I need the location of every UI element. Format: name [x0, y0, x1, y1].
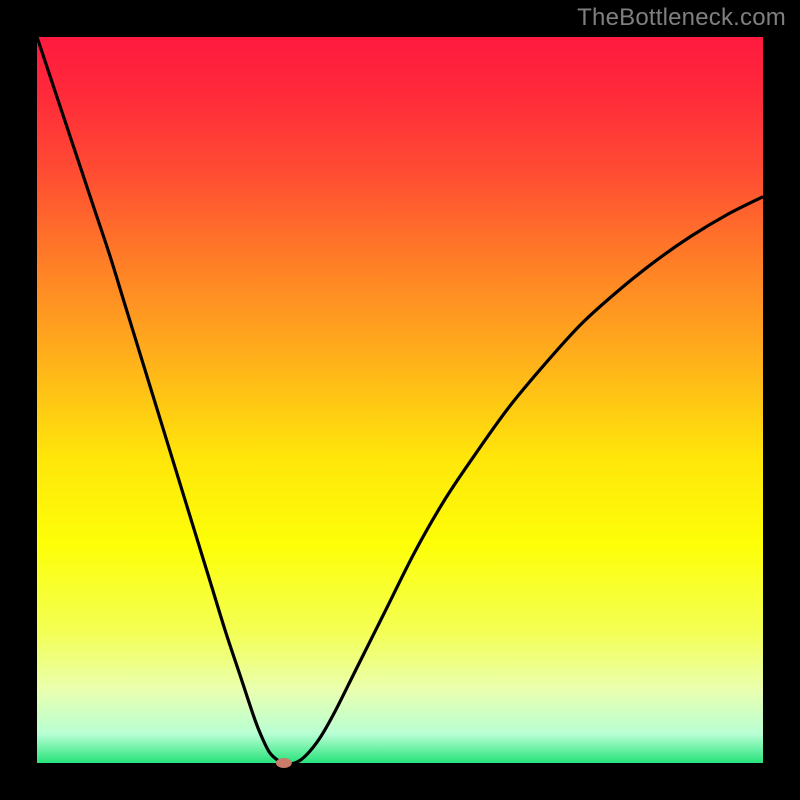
- plot-area: [37, 37, 763, 763]
- attribution-label: TheBottleneck.com: [577, 4, 786, 32]
- chart-frame: TheBottleneck.com: [0, 0, 800, 800]
- bottleneck-chart: [0, 0, 800, 800]
- optimal-point-marker: [276, 758, 292, 768]
